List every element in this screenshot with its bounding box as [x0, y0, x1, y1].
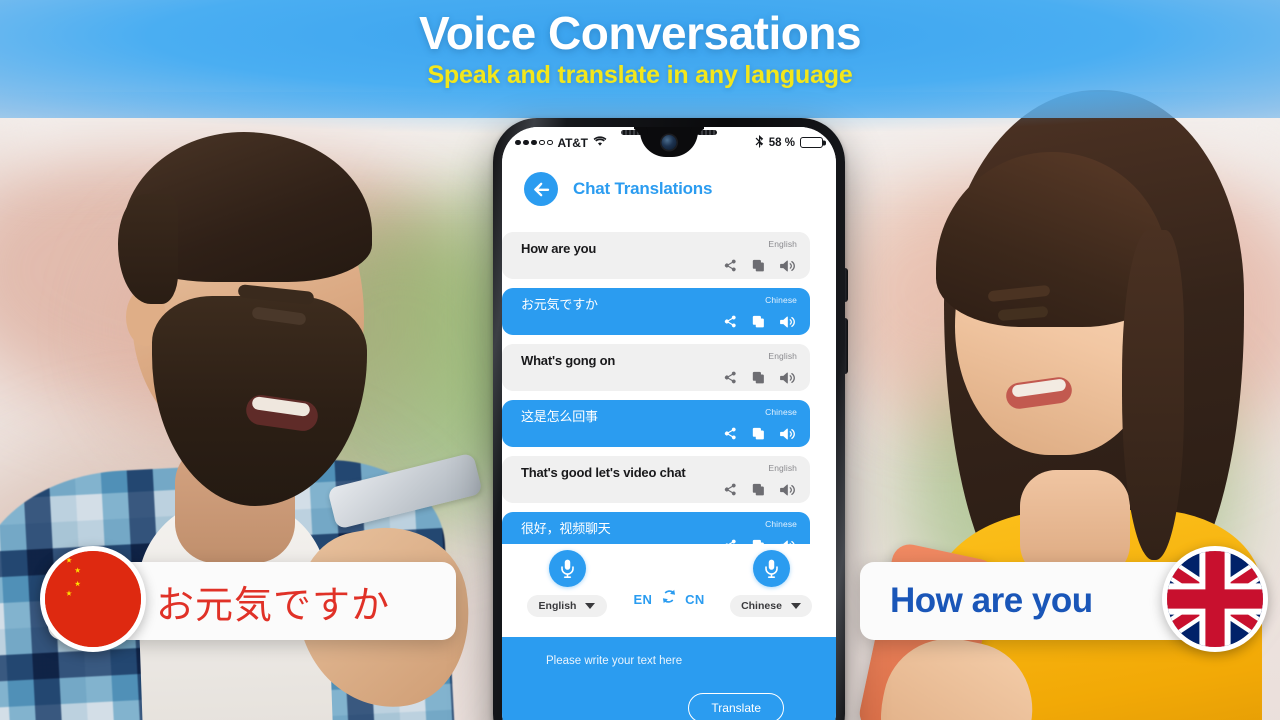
wifi-icon — [593, 135, 607, 150]
table-row[interactable]: Chinese 很好，视频聊天 — [502, 512, 810, 544]
right-callout-text: How are you — [890, 581, 1093, 620]
message-language-label: English — [768, 351, 797, 361]
message-text: 很好，视频聊天 — [521, 521, 611, 536]
message-text: 这是怎么回事 — [521, 409, 598, 424]
table-row[interactable]: English How are you — [502, 232, 810, 279]
united-kingdom-flag-icon — [1162, 546, 1268, 652]
promo-title: Voice Conversations — [418, 7, 862, 59]
share-icon[interactable] — [724, 259, 737, 272]
source-language-dropdown[interactable]: English — [527, 595, 607, 617]
signal-dots-icon — [515, 139, 553, 146]
battery-percent-label: 58 % — [768, 136, 795, 149]
source-microphone-button[interactable] — [548, 550, 586, 587]
speaker-icon[interactable] — [780, 371, 795, 385]
speaker-icon[interactable] — [780, 427, 795, 441]
source-language-label: English — [538, 600, 577, 612]
microphone-icon — [560, 559, 574, 578]
text-input-field[interactable]: Please write your text here — [546, 655, 814, 667]
share-icon[interactable] — [724, 315, 737, 328]
front-camera-icon — [661, 135, 677, 150]
phone-volume-button — [845, 318, 848, 374]
chevron-down-icon — [790, 603, 801, 609]
promo-subtitle: Speak and translate in any language — [427, 61, 853, 89]
speaker-icon[interactable] — [780, 315, 795, 329]
source-language-control: English — [520, 550, 614, 617]
microphone-icon — [764, 559, 778, 578]
table-row[interactable]: Chinese お元気ですか — [502, 288, 810, 335]
message-language-label: Chinese — [765, 295, 797, 305]
phone-side-button — [845, 268, 848, 302]
language-control-row: English EN CN Chinese — [502, 544, 836, 637]
target-microphone-button[interactable] — [752, 550, 790, 587]
message-text: What's gong on — [521, 353, 616, 368]
copy-icon[interactable] — [752, 371, 765, 384]
chevron-down-icon — [585, 603, 596, 609]
back-arrow-icon — [533, 182, 549, 196]
bluetooth-icon — [755, 134, 764, 151]
language-swap-control[interactable]: EN CN — [633, 587, 704, 611]
message-language-label: English — [768, 463, 797, 473]
back-button[interactable] — [524, 172, 558, 206]
left-speech-callout: お元気ですか — [40, 546, 456, 652]
target-language-dropdown[interactable]: Chinese — [730, 595, 812, 617]
target-language-label: Chinese — [741, 600, 782, 612]
speaker-icon[interactable] — [780, 259, 795, 273]
text-input-panel[interactable]: Please write your text here Translate — [502, 637, 836, 720]
phone-screen: AT&T 58 % Chat Translations English How … — [502, 127, 836, 720]
table-row[interactable]: Chinese 这是怎么回事 — [502, 400, 810, 447]
china-flag-icon — [40, 546, 146, 652]
phone-mockup: AT&T 58 % Chat Translations English How … — [493, 118, 848, 720]
speaker-icon[interactable] — [780, 483, 795, 497]
right-speech-callout: How are you — [860, 546, 1268, 652]
translate-button[interactable]: Translate — [688, 693, 784, 720]
table-row[interactable]: English That's good let's video chat — [502, 456, 810, 503]
swap-arrows-icon[interactable] — [659, 587, 678, 611]
share-icon[interactable] — [724, 483, 737, 496]
message-language-label: English — [768, 239, 797, 249]
message-text: That's good let's video chat — [521, 465, 686, 480]
copy-icon[interactable] — [752, 427, 765, 440]
copy-icon[interactable] — [752, 259, 765, 272]
message-language-label: Chinese — [765, 519, 797, 529]
promo-title-block: Voice Conversations Speak and translate … — [0, 6, 1280, 90]
share-icon[interactable] — [724, 371, 737, 384]
message-text: How are you — [521, 241, 597, 256]
page-title: Chat Translations — [573, 179, 713, 198]
copy-icon[interactable] — [752, 483, 765, 496]
carrier-label: AT&T — [557, 135, 589, 150]
share-icon[interactable] — [724, 427, 737, 440]
app-header: Chat Translations — [502, 158, 836, 220]
message-language-label: Chinese — [765, 407, 797, 417]
table-row[interactable]: English What's gong on — [502, 344, 810, 391]
source-language-code: EN — [633, 591, 653, 607]
battery-icon — [800, 136, 826, 149]
target-language-code: CN — [685, 591, 705, 607]
copy-icon[interactable] — [752, 315, 765, 328]
chat-message-list[interactable]: English How are you Chinese お元気ですか Engli… — [502, 220, 836, 544]
message-text: お元気ですか — [521, 297, 598, 312]
phone-frame: AT&T 58 % Chat Translations English How … — [493, 118, 848, 720]
left-callout-text: お元気ですか — [156, 582, 391, 627]
target-language-control: Chinese — [724, 550, 818, 617]
